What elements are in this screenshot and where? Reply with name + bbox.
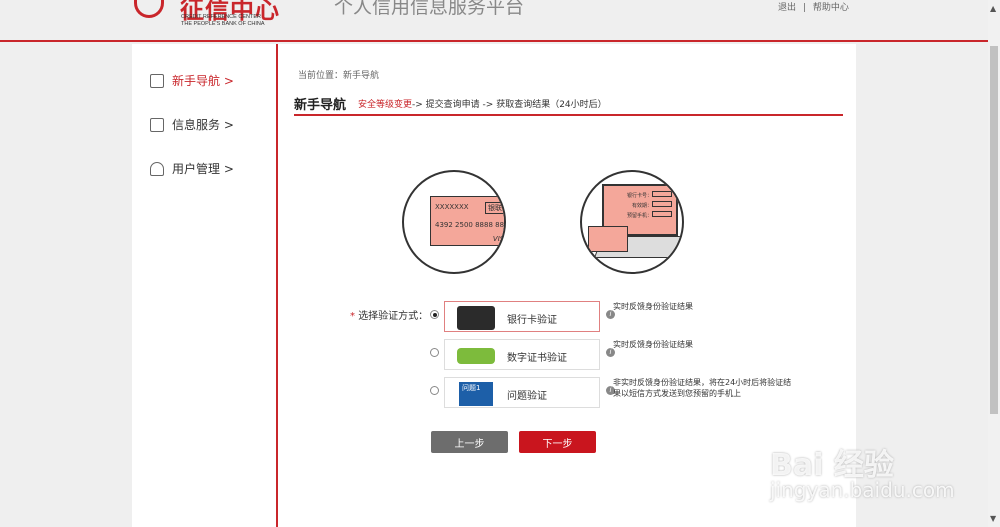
option-desc: 实时反馈身份验证结果 xyxy=(613,340,693,349)
logo-subtitle: CREDIT REFERENCE CENTER THE PEOPLE'S BANK… xyxy=(181,14,265,27)
sidebar-item-guide[interactable]: 新手导航 > xyxy=(150,72,234,89)
option-desc: 实时反馈身份验证结果 xyxy=(613,302,693,311)
site-title: 个人信用信息服务平台 xyxy=(334,0,525,18)
top-links: 退出 | 帮助中心 xyxy=(778,0,853,13)
main-panel: 新手导航 > 信息服务 > 用户管理 > 当前位置：新手导航 新手导航 安全等级… xyxy=(132,44,856,527)
option-bank-card[interactable]: 银行卡验证 xyxy=(444,301,600,332)
logo-icon xyxy=(134,0,164,18)
header: 征信中心 CREDIT REFERENCE CENTER THE PEOPLE'S… xyxy=(0,0,988,42)
scroll-down-icon[interactable]: ▼ xyxy=(990,514,996,523)
radio-bank-card[interactable] xyxy=(430,310,439,319)
breadcrumb: 当前位置：新手导航 xyxy=(298,71,380,81)
steps-rest: -> 提交查询申请 -> 获取查询结果（24小时后） xyxy=(412,99,607,110)
scrollbar[interactable]: ▲ ▼ xyxy=(988,0,1000,527)
radio-digital-cert[interactable] xyxy=(430,348,439,357)
book-icon xyxy=(150,73,164,88)
question-icon: 问题1 xyxy=(459,382,493,406)
option-digital-cert[interactable]: 数字证书验证 xyxy=(444,339,600,370)
option-question[interactable]: 问题1 问题验证 xyxy=(444,377,600,408)
scroll-up-icon[interactable]: ▲ xyxy=(990,4,996,13)
page-title-row: 新手导航 安全等级变更 -> 提交查询申请 -> 获取查询结果（24小时后） xyxy=(294,96,843,116)
help-link[interactable]: 帮助中心 xyxy=(813,3,849,13)
sidebar: 新手导航 > 信息服务 > 用户管理 > xyxy=(132,44,278,527)
scrollbar-thumb[interactable] xyxy=(990,46,998,414)
logout-link[interactable]: 退出 xyxy=(778,3,796,13)
verify-method-label: * 选择验证方式： xyxy=(350,311,429,322)
option-desc: 非实时反馈身份验证结果，将在24小时后将验证结果以短信方式发送到您预留的手机上 xyxy=(613,378,792,398)
radio-question[interactable] xyxy=(430,386,439,395)
next-button[interactable]: 下一步 xyxy=(519,431,596,453)
separator: | xyxy=(802,3,806,13)
watermark-url: jingyan.baidu.com xyxy=(770,478,955,502)
laptop-illustration: 银行卡号： 有效期： 预留手机： xyxy=(580,170,684,274)
bank-card-icon xyxy=(457,306,495,330)
user-icon xyxy=(150,161,164,176)
card-illustration: XXXXXXX 银联 4392 2500 8888 8888 VISA xyxy=(402,170,506,274)
sidebar-item-user-management[interactable]: 用户管理 > xyxy=(150,160,234,177)
sidebar-item-info-service[interactable]: 信息服务 > xyxy=(150,116,234,133)
document-icon xyxy=(150,117,164,132)
usb-key-icon xyxy=(457,348,495,364)
page-title: 新手导航 xyxy=(294,97,347,113)
step-active: 安全等级变更 xyxy=(358,99,413,110)
prev-button[interactable]: 上一步 xyxy=(431,431,508,453)
